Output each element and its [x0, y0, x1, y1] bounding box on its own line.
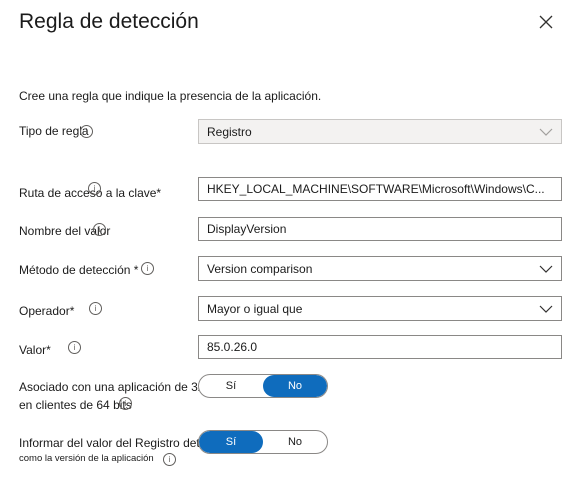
- detection-method-dropdown[interactable]: Version comparison: [198, 256, 562, 281]
- chevron-down-icon: [539, 128, 553, 136]
- detection-method-label: Método de detección *: [19, 263, 139, 277]
- operator-dropdown[interactable]: Mayor o igual que: [198, 296, 562, 321]
- chevron-down-icon: [539, 305, 553, 313]
- rule-type-info-icon[interactable]: i: [80, 125, 93, 138]
- registry-yes-option[interactable]: Sí: [199, 431, 263, 453]
- value-label: Valor*: [19, 343, 51, 357]
- detection-method-value: Version comparison: [207, 261, 313, 276]
- bit32-label-line1: Asociado con una aplicación de 32 bits: [19, 380, 227, 394]
- bit32-yes-option[interactable]: Sí: [199, 375, 263, 397]
- bit32-info-icon[interactable]: i: [119, 397, 132, 410]
- registry-toggle[interactable]: Sí No: [198, 430, 328, 454]
- registry-no-option[interactable]: No: [263, 431, 327, 453]
- key-path-input[interactable]: HKEY_LOCAL_MACHINE\SOFTWARE\Microsoft\Wi…: [198, 177, 562, 201]
- value-info-icon[interactable]: i: [68, 341, 81, 354]
- registry-label-line2: como la versión de la aplicación: [19, 453, 154, 464]
- rule-type-label: Tipo de regla: [19, 124, 89, 138]
- panel-title: Regla de detección: [19, 10, 199, 33]
- key-path-info-icon[interactable]: i: [88, 182, 101, 195]
- chevron-down-icon: [539, 265, 553, 273]
- rule-type-value: Registro: [207, 124, 252, 139]
- rule-type-dropdown[interactable]: Registro: [198, 119, 562, 144]
- close-button[interactable]: [534, 10, 558, 34]
- detection-method-info-icon[interactable]: i: [141, 262, 154, 275]
- registry-info-icon[interactable]: i: [163, 453, 176, 466]
- value-input[interactable]: 85.0.26.0: [198, 335, 562, 359]
- operator-value: Mayor o igual que: [207, 301, 303, 316]
- value-value: 85.0.26.0: [207, 340, 258, 354]
- value-name-info-icon[interactable]: i: [93, 223, 106, 236]
- key-path-value: HKEY_LOCAL_MACHINE\SOFTWARE\Microsoft\Wi…: [207, 182, 545, 196]
- bit32-toggle[interactable]: Sí No: [198, 374, 328, 398]
- bit32-label-line2: en clientes de 64 bits: [19, 398, 132, 412]
- value-name-value: DisplayVersion: [207, 222, 287, 236]
- operator-label: Operador*: [19, 304, 75, 318]
- value-name-input[interactable]: DisplayVersion: [198, 217, 562, 241]
- intro-text: Cree una regla que indique la presencia …: [19, 89, 322, 103]
- operator-info-icon[interactable]: i: [89, 302, 102, 315]
- bit32-no-option[interactable]: No: [263, 375, 327, 397]
- close-icon: [539, 15, 553, 29]
